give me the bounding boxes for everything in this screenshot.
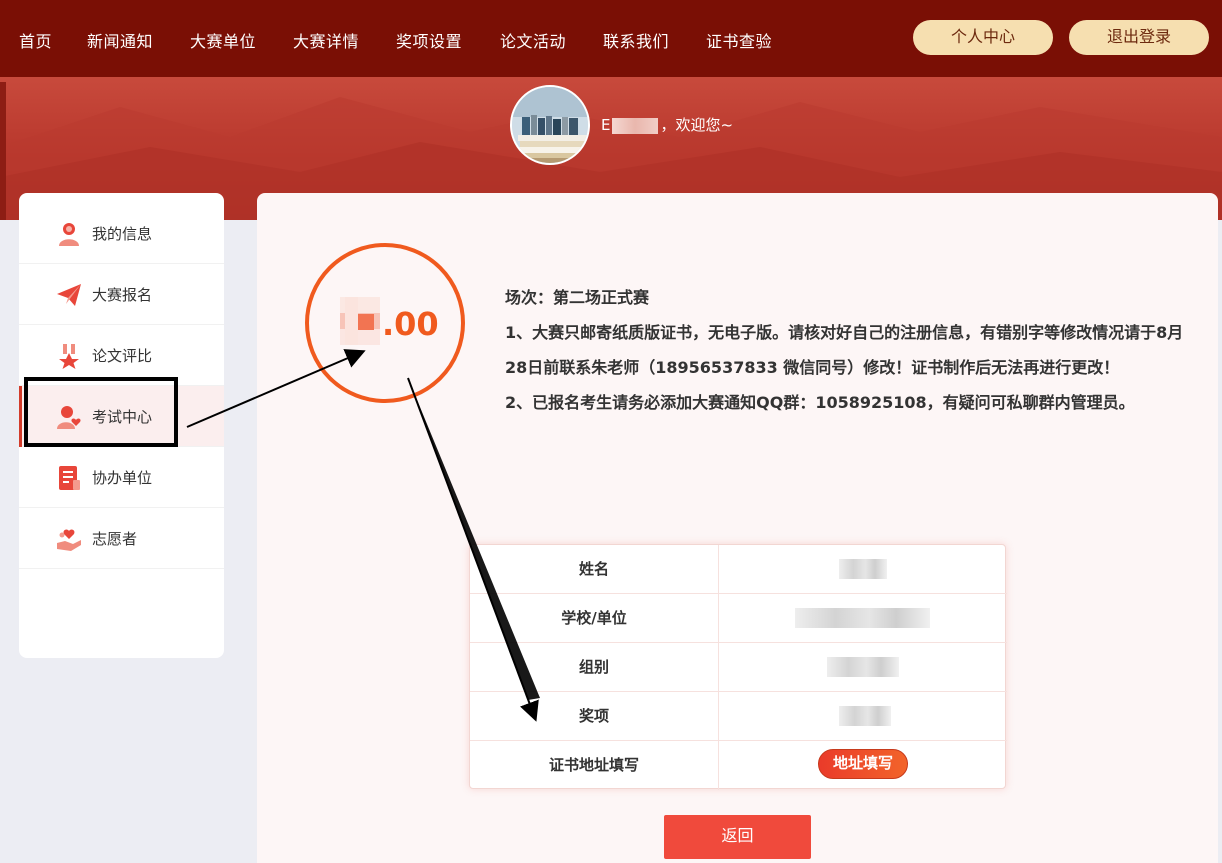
sidebar-item-label: 我的信息 bbox=[92, 225, 153, 243]
score-redacted-digits bbox=[340, 297, 380, 345]
sidebar-item-registration[interactable]: 大赛报名 bbox=[19, 264, 224, 325]
paper-plane-icon bbox=[57, 284, 81, 306]
user-avatar[interactable] bbox=[510, 85, 590, 165]
hand-heart-icon bbox=[57, 529, 81, 551]
sidebar-item-label: 协办单位 bbox=[92, 469, 153, 487]
row-label-certificate-address: 证书地址填写 bbox=[470, 741, 719, 790]
nav-news[interactable]: 新闻通知 bbox=[87, 28, 153, 52]
table-row: 学校/单位 bbox=[470, 594, 1007, 643]
sidebar-item-label: 大赛报名 bbox=[92, 286, 153, 304]
note-qq-group: 2、已报名考生请务必添加大赛通知QQ群：1058925108，有疑问可私聊群内管… bbox=[505, 393, 1135, 412]
sidebar-item-label: 志愿者 bbox=[92, 530, 138, 548]
personal-center-button[interactable]: 个人中心 bbox=[913, 20, 1053, 55]
redacted-value bbox=[827, 657, 899, 677]
nav-certificate-check[interactable]: 证书查验 bbox=[706, 28, 772, 52]
row-label-award: 奖项 bbox=[470, 692, 719, 741]
redacted-value bbox=[839, 706, 891, 726]
annotation-highlight-box bbox=[24, 377, 178, 447]
welcome-message: E ，欢迎您~ bbox=[601, 114, 733, 135]
score-value: .00 bbox=[382, 305, 439, 343]
row-value-award bbox=[719, 692, 1007, 741]
certificate-info-table: 姓名 学校/单位 组别 奖项 证书地址填写 地址填写 bbox=[469, 544, 1007, 790]
user-icon bbox=[59, 223, 79, 246]
back-button[interactable]: 返回 bbox=[664, 815, 811, 859]
sidebar-item-co-organizers[interactable]: 协办单位 bbox=[19, 447, 224, 508]
nav-home[interactable]: 首页 bbox=[19, 28, 52, 52]
table-row: 奖项 bbox=[470, 692, 1007, 741]
row-label-group: 组别 bbox=[470, 643, 719, 692]
sidebar-item-my-info[interactable]: 我的信息 bbox=[19, 203, 224, 264]
table-row: 姓名 bbox=[470, 545, 1007, 594]
row-value-certificate-address: 地址填写 bbox=[719, 741, 1007, 790]
redacted-value bbox=[795, 608, 930, 628]
row-label-school: 学校/单位 bbox=[470, 594, 719, 643]
welcome-text: ，欢迎您~ bbox=[660, 116, 734, 134]
redacted-value bbox=[839, 559, 887, 579]
nav-papers[interactable]: 论文活动 bbox=[500, 28, 566, 52]
row-value-school bbox=[719, 594, 1007, 643]
note-certificate: 1、大赛只邮寄纸质版证书，无电子版。请核对好自己的注册信息，有错别字等修改情况请… bbox=[505, 323, 1184, 377]
user-name-redacted bbox=[612, 117, 659, 134]
session-text: 场次：第二场正式赛 bbox=[505, 288, 650, 307]
fill-address-button[interactable]: 地址填写 bbox=[818, 749, 908, 779]
row-value-name bbox=[719, 545, 1007, 594]
table-row: 证书地址填写 地址填写 bbox=[470, 741, 1007, 790]
row-label-name: 姓名 bbox=[470, 545, 719, 594]
logout-button[interactable]: 退出登录 bbox=[1069, 20, 1209, 55]
medal-icon bbox=[59, 344, 79, 369]
sidebar-item-volunteers[interactable]: 志愿者 bbox=[19, 508, 224, 569]
top-navbar: 首页 新闻通知 大赛单位 大赛详情 奖项设置 论文活动 联系我们 证书查验 个人… bbox=[0, 0, 1222, 77]
nav-units[interactable]: 大赛单位 bbox=[190, 28, 256, 52]
nav-details[interactable]: 大赛详情 bbox=[293, 28, 359, 52]
exam-info: 场次：第二场正式赛 1、大赛只邮寄纸质版证书，无电子版。请核对好自己的注册信息，… bbox=[505, 280, 1185, 420]
row-value-group bbox=[719, 643, 1007, 692]
user-name-initial: E bbox=[601, 116, 611, 134]
sidebar-item-label: 论文评比 bbox=[92, 347, 153, 365]
table-row: 组别 bbox=[470, 643, 1007, 692]
document-icon bbox=[59, 466, 80, 490]
nav-awards[interactable]: 奖项设置 bbox=[396, 28, 462, 52]
nav-contact[interactable]: 联系我们 bbox=[603, 28, 669, 52]
